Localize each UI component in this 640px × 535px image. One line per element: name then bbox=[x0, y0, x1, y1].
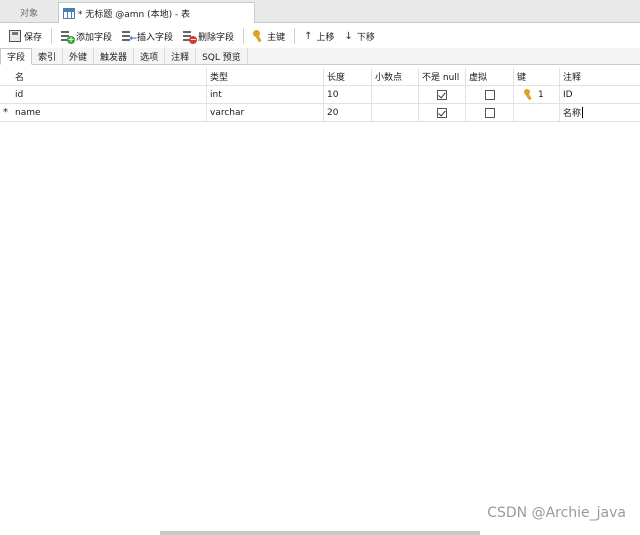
header-marker bbox=[0, 68, 12, 85]
table-icon bbox=[63, 7, 75, 19]
tab-objects[interactable]: 对象 bbox=[0, 2, 58, 23]
add-field-button[interactable]: 添加字段 bbox=[58, 26, 115, 46]
header-not-null[interactable]: 不是 null bbox=[419, 68, 466, 85]
toolbar-separator bbox=[294, 28, 296, 44]
field-length-cell[interactable]: 20 bbox=[324, 104, 372, 121]
add-field-icon bbox=[61, 30, 76, 44]
move-down-button[interactable]: ↓ 下移 bbox=[341, 26, 377, 46]
field-decimal-cell[interactable] bbox=[372, 104, 419, 121]
field-type-cell[interactable]: varchar bbox=[207, 104, 324, 121]
tab-comment[interactable]: 注释 bbox=[165, 48, 197, 64]
fields-grid: 名 类型 长度 小数点 不是 null 虚拟 键 注释 id int 10 1 … bbox=[0, 66, 640, 524]
header-name[interactable]: 名 bbox=[12, 68, 207, 85]
arrow-down-icon: ↓ bbox=[344, 30, 353, 42]
not-null-checkbox[interactable] bbox=[437, 89, 447, 100]
field-comment-cell[interactable]: 名称 bbox=[560, 104, 640, 121]
header-virtual[interactable]: 虚拟 bbox=[466, 68, 514, 85]
virtual-cell bbox=[466, 86, 514, 103]
watermark: CSDN @Archie_java bbox=[487, 505, 626, 521]
table-row[interactable]: * name varchar 20 名称 bbox=[0, 104, 640, 122]
move-up-label: 上移 bbox=[316, 32, 335, 43]
row-marker: * bbox=[3, 107, 8, 118]
header-decimal[interactable]: 小数点 bbox=[372, 68, 419, 85]
field-decimal-cell[interactable] bbox=[372, 86, 419, 103]
add-field-label: 添加字段 bbox=[76, 32, 113, 43]
not-null-cell bbox=[419, 86, 466, 103]
delete-field-button[interactable]: 删除字段 bbox=[180, 26, 237, 46]
header-length[interactable]: 长度 bbox=[324, 68, 372, 85]
insert-field-label: 插入字段 bbox=[137, 32, 174, 43]
tab-foreign-keys[interactable]: 外键 bbox=[63, 48, 95, 64]
field-comment-cell[interactable]: ID bbox=[560, 86, 640, 103]
key-icon bbox=[253, 30, 264, 42]
tab-options[interactable]: 选项 bbox=[134, 48, 166, 64]
field-length-cell[interactable]: 10 bbox=[324, 86, 372, 103]
primary-key-icon bbox=[524, 89, 535, 100]
tab-objects-label: 对象 bbox=[19, 9, 38, 19]
primary-key-button[interactable]: 主键 bbox=[250, 26, 288, 46]
delete-field-label: 删除字段 bbox=[198, 32, 235, 43]
tab-fields[interactable]: 字段 bbox=[0, 48, 33, 65]
move-up-button[interactable]: ↑ 上移 bbox=[301, 26, 337, 46]
toolbar-separator bbox=[243, 28, 245, 44]
tab-triggers[interactable]: 触发器 bbox=[94, 48, 135, 64]
tab-table-designer[interactable]: * 无标题 @amn (本地) - 表 bbox=[58, 2, 255, 23]
field-name-cell[interactable]: name bbox=[12, 104, 207, 121]
save-button[interactable]: 保存 bbox=[6, 26, 45, 46]
header-type[interactable]: 类型 bbox=[207, 68, 324, 85]
toolbar: 保存 添加字段 插入字段 删除字段 主键 ↑ 上移 ↓ 下移 bbox=[0, 24, 640, 48]
primary-key-label: 主键 bbox=[267, 32, 286, 43]
header-key[interactable]: 键 bbox=[514, 68, 560, 85]
insert-field-icon bbox=[122, 30, 137, 44]
grid-header: 名 类型 长度 小数点 不是 null 虚拟 键 注释 bbox=[0, 68, 640, 86]
not-null-checkbox[interactable] bbox=[437, 107, 447, 118]
header-comment[interactable]: 注释 bbox=[560, 68, 640, 85]
tab-sql-preview[interactable]: SQL 预览 bbox=[196, 48, 248, 64]
delete-field-icon bbox=[183, 30, 198, 44]
window-tab-bar: 对象 * 无标题 @amn (本地) - 表 bbox=[0, 0, 640, 23]
insert-field-button[interactable]: 插入字段 bbox=[119, 26, 176, 46]
designer-tabs: 字段 索引 外键 触发器 选项 注释 SQL 预览 bbox=[0, 48, 640, 65]
field-type-cell[interactable]: int bbox=[207, 86, 324, 103]
field-name-cell[interactable]: id bbox=[12, 86, 207, 103]
text-caret bbox=[582, 107, 584, 118]
comment-edit-text[interactable]: 名称 bbox=[563, 106, 581, 119]
key-cell[interactable] bbox=[514, 104, 560, 121]
move-down-label: 下移 bbox=[356, 32, 375, 43]
virtual-checkbox[interactable] bbox=[484, 89, 495, 100]
horizontal-scrollbar[interactable] bbox=[160, 531, 480, 535]
not-null-cell bbox=[419, 104, 466, 121]
tab-indexes[interactable]: 索引 bbox=[32, 48, 64, 64]
save-icon bbox=[9, 30, 21, 42]
table-row[interactable]: id int 10 1 ID bbox=[0, 86, 640, 104]
virtual-checkbox[interactable] bbox=[484, 107, 495, 118]
arrow-up-icon: ↑ bbox=[304, 30, 313, 42]
row-marker bbox=[0, 86, 12, 103]
virtual-cell bbox=[466, 104, 514, 121]
key-order: 1 bbox=[538, 89, 544, 100]
tab-table-designer-label: * 无标题 @amn (本地) - 表 bbox=[78, 9, 191, 20]
key-cell[interactable]: 1 bbox=[514, 86, 560, 103]
toolbar-separator bbox=[51, 28, 53, 44]
save-label: 保存 bbox=[24, 32, 43, 43]
